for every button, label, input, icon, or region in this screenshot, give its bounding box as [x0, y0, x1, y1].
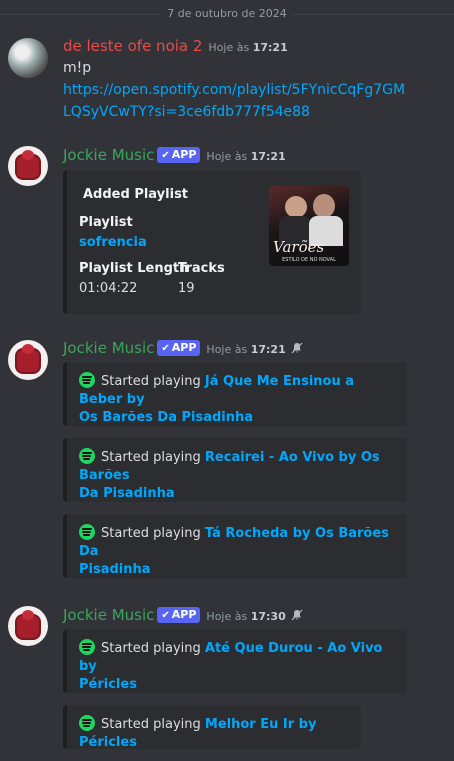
- timestamp[interactable]: Hoje às 17:21: [208, 41, 287, 54]
- username[interactable]: de leste ofe noia 2: [63, 37, 202, 55]
- now-playing-embed: Started playing Tá Rocheda by Os Barões …: [63, 514, 407, 578]
- now-playing-embed: Started playing Até Que Durou - Ao Vivo …: [63, 629, 407, 693]
- app-badge: ✔ APP: [157, 607, 201, 623]
- bot-avatar[interactable]: [8, 340, 48, 380]
- bot-avatar[interactable]: [8, 146, 48, 186]
- bot-username[interactable]: Jockie Music: [63, 146, 154, 164]
- bot-username[interactable]: Jockie Music: [63, 606, 154, 624]
- playlist-thumbnail[interactable]: Varões ESTILO DE NO NOVAL: [269, 186, 349, 266]
- app-badge: ✔ APP: [157, 340, 201, 356]
- spotify-icon: [79, 448, 95, 464]
- spotify-icon: [79, 639, 95, 655]
- field-value-tracks: 19: [178, 281, 195, 296]
- embed-title: Added Playlist: [83, 187, 189, 202]
- thumbnail-script-text: Varões: [273, 238, 325, 256]
- check-icon: ✔: [161, 610, 170, 621]
- spotify-icon: [79, 372, 95, 388]
- timestamp[interactable]: Hoje às 17:30: [206, 610, 285, 623]
- muted-notification-icon: [291, 342, 303, 354]
- check-icon: ✔: [161, 343, 170, 354]
- now-playing-embed: Started playing Recairei - Ao Vivo by Os…: [63, 438, 407, 502]
- bot-avatar[interactable]: [8, 606, 48, 646]
- user-avatar[interactable]: [8, 38, 48, 78]
- playlist-embed: Added Playlist Playlist sofrencia Playli…: [63, 170, 361, 314]
- app-badge: ✔ APP: [157, 147, 201, 163]
- field-name-length: Playlist Length: [79, 261, 189, 276]
- bot-username[interactable]: Jockie Music: [63, 339, 154, 357]
- message-text: m!p: [63, 60, 92, 76]
- muted-notification-icon: [291, 609, 303, 621]
- field-name-playlist: Playlist: [79, 215, 133, 230]
- spotify-icon: [79, 715, 95, 731]
- date-divider-label: 7 de outubro de 2024: [161, 7, 293, 20]
- field-value-length: 01:04:22: [79, 281, 138, 296]
- field-name-tracks: Tracks: [178, 261, 225, 276]
- thumbnail-caption: ESTILO DE NO NOVAL: [282, 257, 336, 263]
- spotify-icon: [79, 524, 95, 540]
- field-value-playlist[interactable]: sofrencia: [79, 235, 147, 250]
- now-playing-embed: Started playing Já Que Me Ensinou a Bebe…: [63, 362, 407, 426]
- check-icon: ✔: [161, 150, 170, 161]
- now-playing-embed: Started playing Melhor Eu Ir by Péricles: [63, 705, 361, 750]
- timestamp[interactable]: Hoje às 17:21: [206, 343, 285, 356]
- timestamp[interactable]: Hoje às 17:21: [206, 150, 285, 163]
- spotify-link[interactable]: https://open.spotify.com/playlist/5FYnic…: [63, 79, 413, 123]
